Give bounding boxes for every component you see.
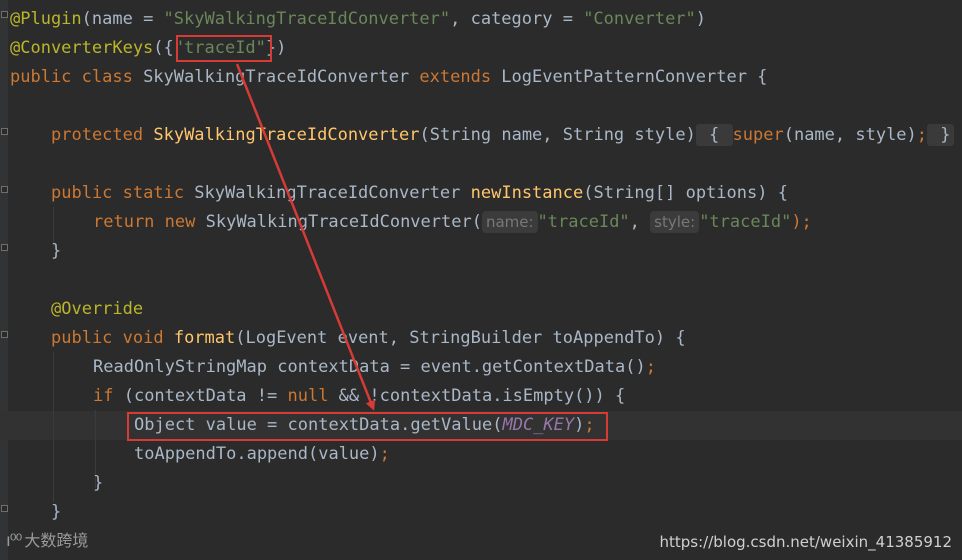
logo-icon: ı⁰⁰	[6, 531, 22, 551]
code-editor[interactable]: @Plugin(name = "SkyWalkingTraceIdConvert…	[0, 0, 962, 560]
watermark-logo: ı⁰⁰ 大数跨境	[6, 528, 88, 554]
annotation-arrow	[235, 63, 376, 411]
watermark-url: https://blog.csdn.net/weixin_41385912	[659, 533, 952, 551]
arrow-line	[235, 63, 376, 411]
logo-text: 大数跨境	[24, 531, 89, 550]
